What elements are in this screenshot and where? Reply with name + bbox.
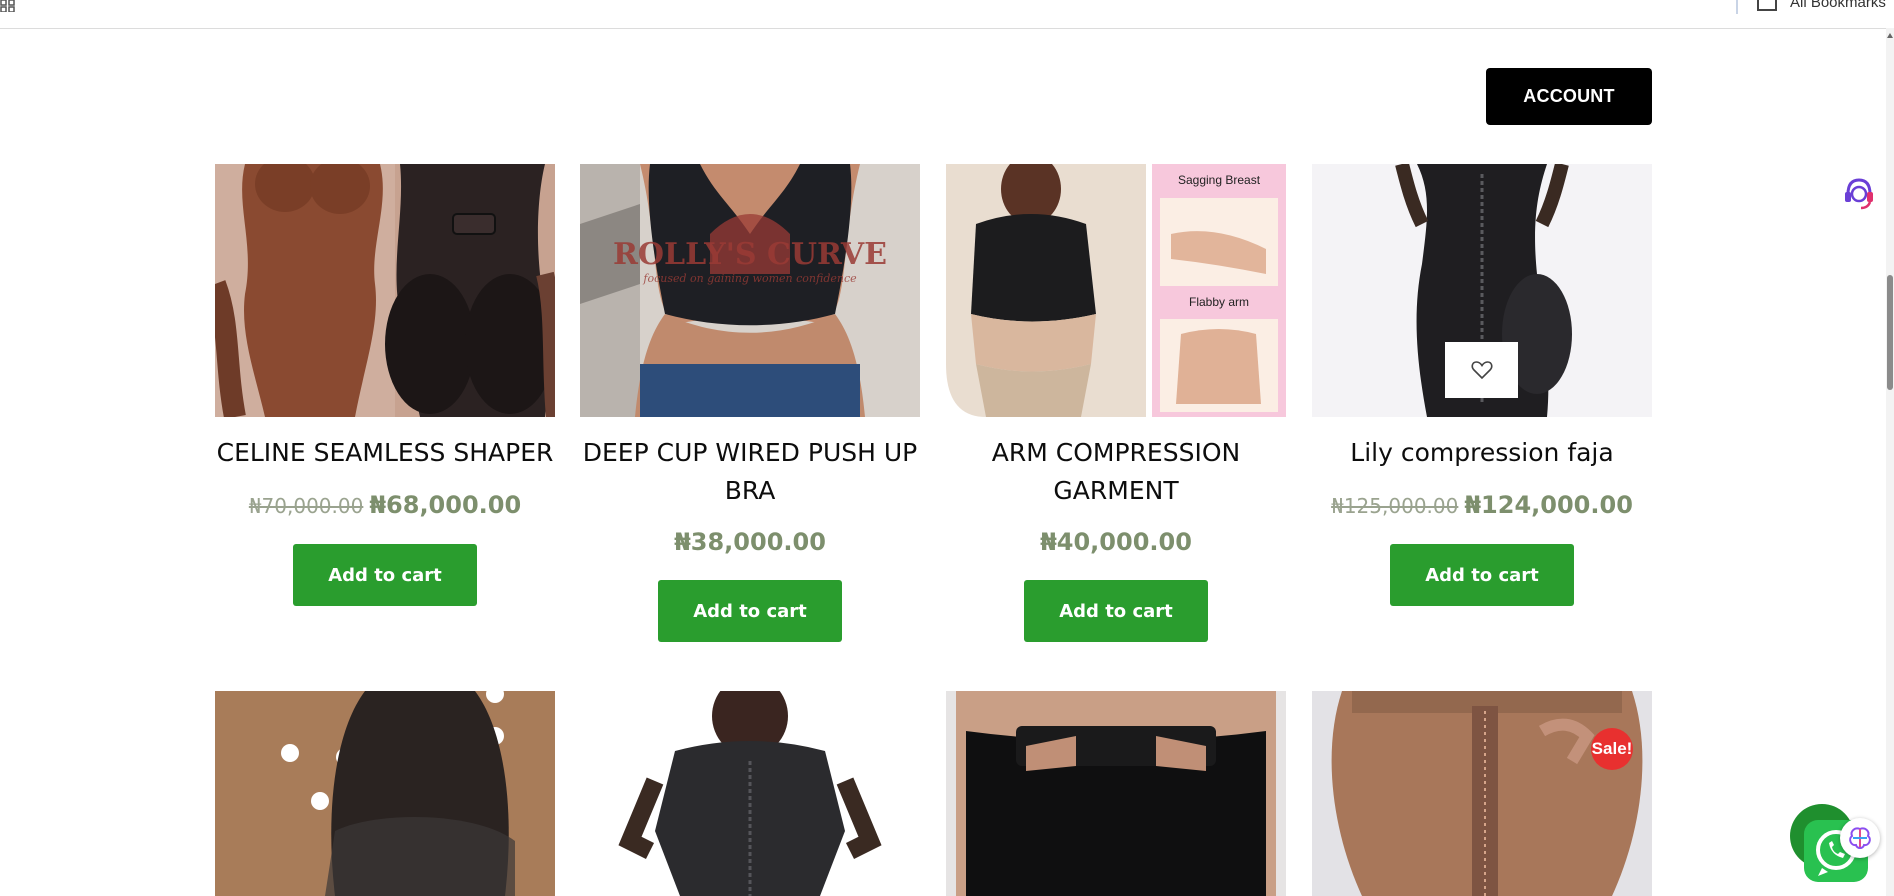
product-price: ₦38,000.00 bbox=[674, 528, 826, 556]
ai-brain-icon bbox=[1849, 827, 1871, 849]
all-bookmarks-link[interactable]: All Bookmarks bbox=[1790, 0, 1886, 11]
image-caption: Flabby arm bbox=[1189, 295, 1249, 309]
add-to-cart-button[interactable]: Add to cart bbox=[1024, 580, 1208, 642]
product-name-line: BRA bbox=[724, 476, 776, 505]
product-name[interactable]: Lily compression faja bbox=[1302, 434, 1662, 472]
bookmarks-separator bbox=[1736, 0, 1738, 14]
product-image[interactable]: ROLLY'S CURVE focused on gaining women c… bbox=[580, 164, 920, 417]
product-name[interactable]: ARM COMPRESSION GARMENT bbox=[936, 434, 1296, 510]
product-image[interactable] bbox=[946, 691, 1286, 896]
sale-price: ₦68,000.00 bbox=[369, 491, 522, 519]
add-to-wishlist-button[interactable] bbox=[1445, 342, 1518, 398]
apps-icon[interactable] bbox=[0, 0, 16, 12]
product-name-line: GARMENT bbox=[1053, 476, 1179, 505]
product-price: ₦125,000.00 ₦124,000.00 bbox=[1292, 491, 1672, 519]
old-price: ₦70,000.00 bbox=[248, 494, 364, 518]
watermark-brand: ROLLY'S CURVE bbox=[613, 237, 887, 272]
product-name-line: DEEP CUP WIRED PUSH UP bbox=[582, 438, 918, 467]
scroll-up-arrow-icon[interactable] bbox=[1886, 31, 1894, 41]
product-name[interactable]: CELINE SEAMLESS SHAPER bbox=[205, 434, 565, 472]
bookmarks-bar: All Bookmarks bbox=[0, 0, 1894, 29]
add-to-cart-button[interactable]: Add to cart bbox=[658, 580, 842, 642]
heart-icon bbox=[1470, 361, 1493, 380]
scrollbar-thumb[interactable] bbox=[1887, 275, 1893, 390]
product-name[interactable]: DEEP CUP WIRED PUSH UP BRA bbox=[570, 434, 930, 510]
product-price: ₦40,000.00 bbox=[1040, 528, 1192, 556]
product-image[interactable] bbox=[580, 691, 920, 896]
image-caption: Sagging Breast bbox=[1178, 173, 1261, 187]
sale-price: ₦124,000.00 bbox=[1464, 491, 1633, 519]
product-image[interactable] bbox=[215, 164, 555, 417]
bookmark-folder-icon[interactable] bbox=[1757, 0, 1777, 12]
ai-assistant-button[interactable] bbox=[1840, 818, 1880, 858]
product-image[interactable] bbox=[215, 691, 555, 896]
add-to-cart-button[interactable]: Add to cart bbox=[1390, 544, 1574, 606]
old-price: ₦125,000.00 bbox=[1331, 494, 1459, 518]
account-button[interactable]: ACCOUNT bbox=[1486, 68, 1652, 125]
sale-badge: Sale! bbox=[1591, 728, 1633, 770]
watermark-tagline: focused on gaining women confidence bbox=[642, 272, 857, 285]
scrollbar-track[interactable] bbox=[1886, 28, 1894, 896]
add-to-cart-button[interactable]: Add to cart bbox=[293, 544, 477, 606]
product-price: ₦70,000.00 ₦68,000.00 bbox=[195, 491, 575, 519]
product-name-line: ARM COMPRESSION bbox=[991, 438, 1241, 467]
support-agent-icon[interactable] bbox=[1838, 172, 1880, 214]
product-image[interactable] bbox=[1312, 691, 1652, 896]
product-image[interactable]: Sagging Breast Flabby arm bbox=[946, 164, 1286, 417]
